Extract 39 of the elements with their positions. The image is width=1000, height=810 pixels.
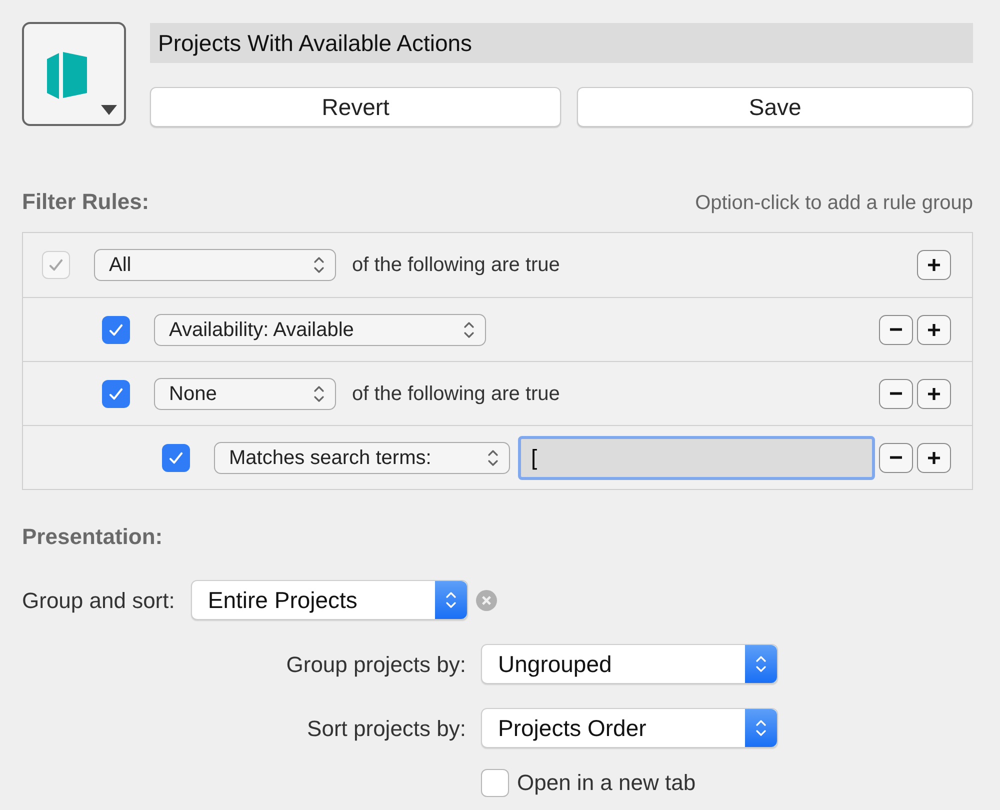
popup-menu[interactable]: Entire Projects [190, 580, 468, 620]
up-down-chevron-icon [755, 654, 767, 674]
up-down-chevron-icon [755, 718, 767, 738]
rule-text: of the following are true [352, 253, 560, 278]
setting-label: Group projects by: [285, 650, 466, 679]
rule-text: of the following are true [352, 382, 560, 406]
up-down-chevron-icon [463, 320, 475, 340]
minus-icon [888, 392, 904, 395]
setting-label: Sort projects by: [306, 714, 466, 743]
up-down-chevron-icon [487, 448, 499, 468]
save-button[interactable]: Save [577, 87, 973, 127]
checkmark-icon [109, 388, 123, 400]
checkbox[interactable] [481, 768, 509, 796]
add-button[interactable] [917, 442, 951, 472]
up-down-chevron-icon [313, 384, 325, 404]
add-button[interactable] [917, 378, 951, 408]
popup-menu[interactable]: Projects Order [481, 708, 778, 748]
icon-picker-button[interactable] [22, 22, 126, 126]
up-down-chevron-icon [444, 590, 457, 610]
hint-text: Option-click to add a rule group [695, 191, 973, 216]
plus-icon [926, 257, 942, 273]
section-heading: Presentation: [22, 523, 164, 551]
add-button[interactable] [917, 314, 951, 344]
plus-icon [926, 322, 942, 338]
checkbox-label[interactable]: Open in a new tab [517, 766, 696, 799]
checkmark-icon [109, 324, 123, 336]
revert-button[interactable]: Revert [150, 87, 562, 127]
plus-icon [926, 450, 942, 466]
plus-icon [926, 386, 942, 402]
checkmark-icon [49, 259, 63, 271]
dropdown-triangle-icon [101, 105, 117, 116]
section-heading: Filter Rules: [22, 188, 150, 216]
popup-menu[interactable]: Ungrouped [481, 644, 778, 684]
setting-label: Group and sort: [22, 586, 175, 615]
minus-icon [888, 456, 904, 459]
minus-icon [888, 328, 904, 331]
checkmark-icon [169, 452, 183, 464]
title-field[interactable]: Projects With Available Actions [150, 23, 973, 63]
up-down-chevron-icon [313, 255, 325, 275]
